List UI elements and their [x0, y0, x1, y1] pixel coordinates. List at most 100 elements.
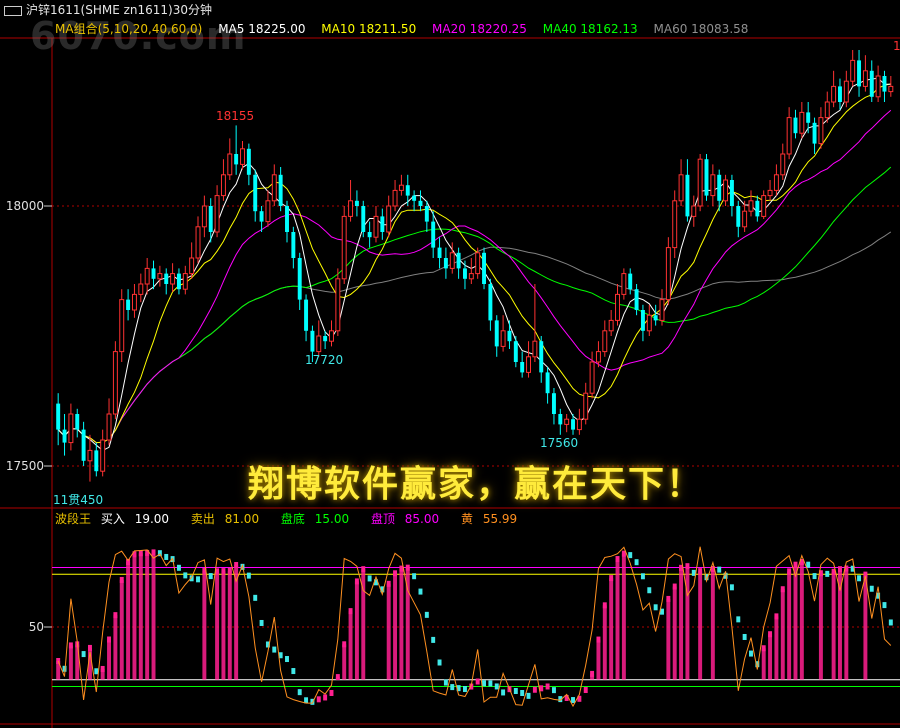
candle-body: [615, 293, 620, 321]
candle-body: [595, 351, 601, 363]
indicator-column: [679, 567, 684, 680]
candle: [723, 174, 729, 206]
candle-body: [201, 205, 207, 228]
candle-body: [443, 258, 448, 269]
indicator-block: [488, 680, 493, 687]
indicator-block: [259, 619, 264, 626]
candle: [678, 159, 684, 206]
candle-body: [621, 273, 627, 295]
indicator-block: [253, 594, 258, 601]
indicator-column: [145, 552, 150, 680]
indicator-column: [672, 586, 677, 680]
candle-body: [780, 153, 786, 176]
candle-body: [736, 206, 741, 227]
candle: [653, 304, 658, 326]
candle-body: [729, 180, 734, 206]
indicator-block: [736, 616, 741, 623]
candle: [691, 195, 697, 227]
indicator-column: [75, 644, 80, 680]
indicator-panel: [52, 546, 900, 708]
indicator-block: [272, 646, 277, 653]
candle-body: [380, 216, 385, 232]
ma5-label: MA5 18225.00: [218, 22, 306, 36]
indicator-column: [780, 589, 785, 680]
candle-body: [449, 252, 455, 269]
candle: [62, 414, 67, 456]
price-tick-18000: 18000: [6, 199, 44, 213]
candle-body: [126, 299, 131, 310]
candle-body: [119, 299, 125, 353]
candle-body: [857, 60, 862, 87]
candle-body: [539, 341, 544, 373]
indicator-block: [640, 573, 645, 580]
title-bar: 沪锌1611(SHME zn1611)30分钟: [0, 0, 900, 20]
candle: [646, 304, 652, 336]
candle-body: [164, 273, 169, 284]
candle-body: [767, 189, 773, 197]
indicator-column: [335, 677, 340, 680]
kline-chart[interactable]: 18000 17500 50 18155 17720 17560 11贯450 …: [0, 0, 900, 728]
candle: [170, 263, 176, 292]
candle-body: [304, 299, 309, 331]
indicator-column: [602, 605, 607, 680]
candle-body: [704, 159, 709, 196]
candle: [685, 159, 690, 222]
indicator-block: [176, 564, 181, 571]
candle: [672, 190, 678, 258]
candle-body: [386, 205, 392, 233]
candle-body: [285, 206, 289, 232]
indicator-block: [246, 572, 251, 579]
ma-group-label[interactable]: MA组合(5,10,20,40,60,0): [55, 22, 202, 36]
candle-body: [843, 80, 849, 103]
indicator-column: [818, 573, 823, 680]
candle: [520, 351, 525, 378]
indicator-block: [437, 659, 442, 666]
indicator-block: [367, 575, 372, 582]
indicator-column: [227, 570, 232, 680]
ma10-label: MA10 18211.50: [321, 22, 417, 36]
indicator-column: [386, 583, 391, 680]
indicator-column: [151, 552, 156, 680]
indicator-block: [183, 572, 188, 579]
candle: [234, 125, 239, 175]
candle: [786, 107, 792, 160]
candle-body: [392, 189, 398, 207]
sell-value: 81.00: [224, 512, 260, 526]
candle: [131, 284, 137, 318]
candle-body: [482, 252, 487, 284]
candle-body: [131, 293, 137, 311]
window-icon[interactable]: [4, 5, 22, 16]
indicator-block: [285, 656, 289, 663]
candle-body: [56, 403, 61, 430]
indicator-block: [825, 570, 830, 577]
candle: [838, 78, 842, 110]
indicator-column: [621, 553, 626, 680]
candle: [285, 200, 289, 243]
candle-body: [831, 85, 837, 103]
indicator-column: [126, 562, 131, 680]
candle-body: [564, 418, 570, 425]
candle-body: [838, 86, 842, 102]
ma5-line: [57, 77, 891, 451]
candle-body: [94, 450, 99, 472]
indicator-block: [316, 696, 321, 703]
candle: [354, 190, 359, 217]
ma40-label: MA40 18162.13: [542, 22, 638, 36]
candle: [539, 336, 544, 383]
indicator-block: [418, 588, 423, 595]
indicator-block: [647, 587, 652, 594]
candle-body: [488, 284, 493, 321]
indicator-column: [666, 598, 671, 680]
indicator-name[interactable]: 波段王: [55, 512, 91, 526]
candle-body: [316, 335, 322, 353]
indicator-block: [482, 680, 487, 687]
candle: [75, 408, 80, 438]
indicator-block: [291, 668, 296, 675]
candle-body: [824, 101, 830, 119]
indicator-column: [138, 553, 143, 680]
indicator-block: [208, 573, 213, 580]
candle-body: [812, 122, 817, 144]
candle: [551, 388, 556, 425]
indicator-column: [710, 568, 715, 680]
candle-body: [208, 206, 213, 232]
